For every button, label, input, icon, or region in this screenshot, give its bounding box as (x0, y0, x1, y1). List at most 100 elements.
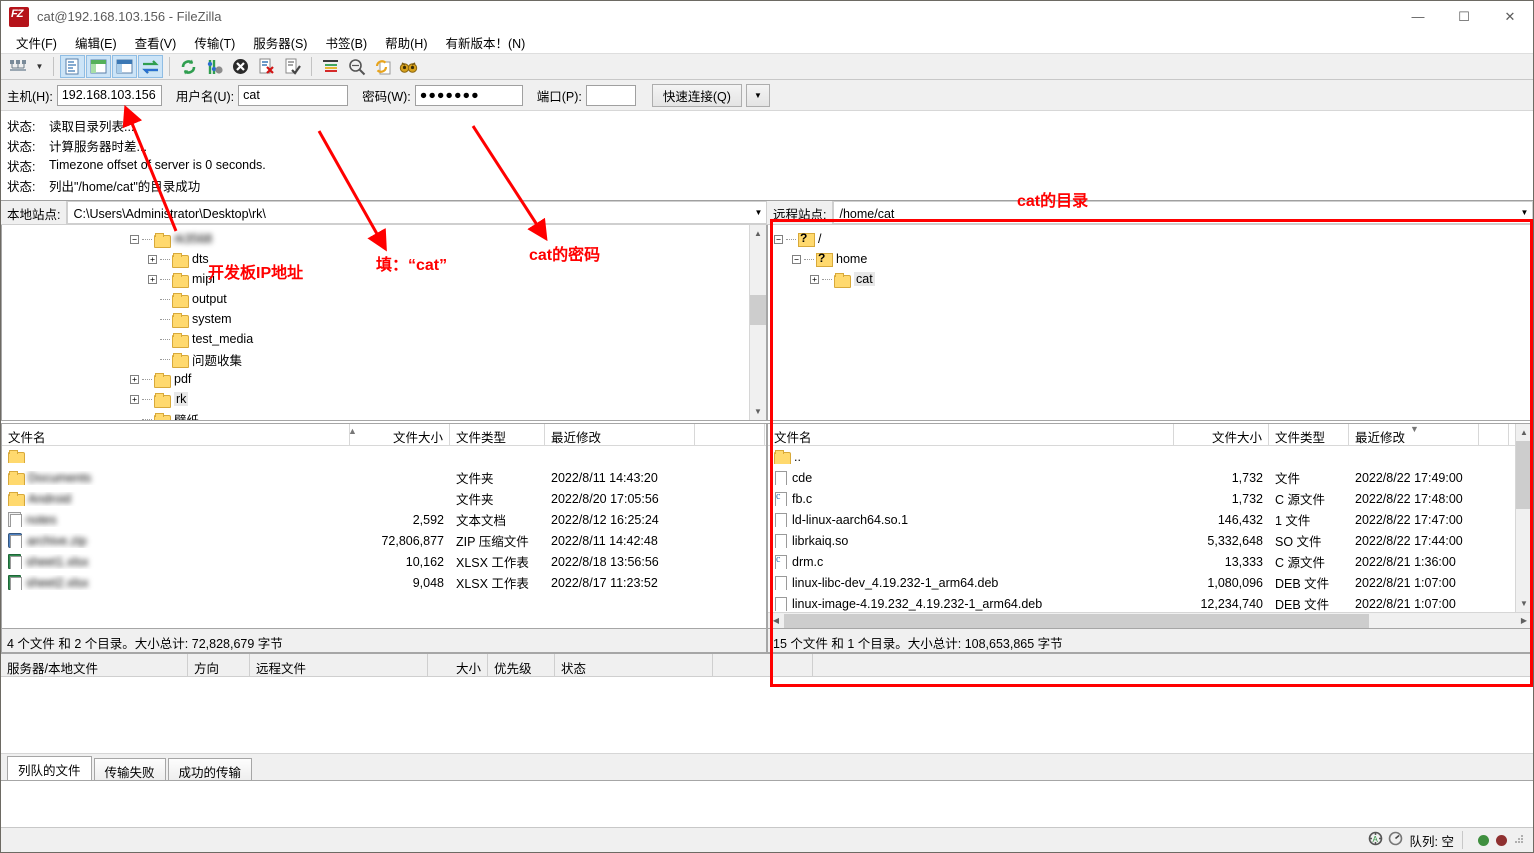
menu-server[interactable]: 服务器(S) (244, 31, 316, 54)
port-input[interactable] (585, 84, 636, 106)
queue-column-direction[interactable]: 方向 (188, 654, 250, 676)
file-row[interactable] (2, 446, 766, 467)
remote-site-path[interactable]: /home/cat (833, 201, 1517, 224)
collapse-icon[interactable]: − (774, 234, 783, 244)
tree-node[interactable]: − home (768, 249, 1532, 269)
password-input[interactable] (414, 84, 523, 106)
file-row[interactable]: Documents 文件夹 2022/8/11 14:43:20 (2, 467, 766, 488)
file-row[interactable]: Android 文件夹 2022/8/20 17:05:56 (2, 488, 766, 509)
column-header-filesize[interactable]: 文件大小 (1174, 424, 1269, 445)
cancel-icon[interactable] (228, 55, 253, 78)
filter-icon[interactable] (318, 55, 343, 78)
synchronized-browsing-icon[interactable] (370, 55, 395, 78)
directory-compare-icon[interactable] (344, 55, 369, 78)
file-row[interactable]: sheet1.xlsx 10,162 XLSX 工作表 2022/8/18 13:56… (2, 551, 766, 572)
transfer-speed-icon[interactable] (1388, 831, 1403, 849)
local-file-list[interactable]: 文件名 文件大小 文件类型 最近修改 ▲ Documents 文件夹 2022/8/… (1, 423, 767, 653)
remote-directory-tree[interactable]: −/−home+cat (767, 225, 1533, 421)
file-row[interactable]: linux-image-4.19.232_4.19.232-1_arm64.de… (768, 593, 1532, 614)
file-row[interactable]: notes 2,592 文本文档 2022/8/12 16:25:24 (2, 509, 766, 530)
queue-column-status[interactable]: 状态 (555, 654, 713, 676)
menu-help[interactable]: 帮助(H) (376, 31, 436, 54)
queue-column-remote-file[interactable]: 远程文件 (250, 654, 428, 676)
column-header-filename[interactable]: 文件名 (2, 424, 350, 445)
speed-limit-icon[interactable]: A (1368, 831, 1383, 849)
expand-icon[interactable]: + (148, 254, 157, 264)
expand-icon[interactable]: + (810, 274, 819, 284)
transfer-queue-body[interactable] (1, 677, 1533, 753)
disconnect-icon[interactable] (254, 55, 279, 78)
scroll-right-icon[interactable]: ▶ (1516, 616, 1532, 625)
file-row[interactable]: .. (768, 446, 1532, 467)
menu-bookmarks[interactable]: 书签(B) (316, 31, 376, 54)
file-row[interactable]: linux-libc-dev_4.19.232-1_arm64.deb 1,080… (768, 572, 1532, 593)
username-input[interactable] (238, 84, 349, 106)
site-manager-icon[interactable] (6, 55, 31, 78)
remote-site-dropdown-caret-icon[interactable]: ▼ (1517, 201, 1533, 224)
search-icon[interactable] (396, 55, 421, 78)
file-row[interactable]: sheet2.xlsx 9,048 XLSX 工作表 2022/8/17 11:23:… (2, 572, 766, 593)
host-input[interactable] (56, 84, 162, 106)
menu-view[interactable]: 查看(V) (126, 31, 186, 54)
tree-node[interactable]: 壁纸 (2, 409, 766, 420)
file-row[interactable]: librkaiq.so 5,332,648 SO 文件 2022/8/22 17:44… (768, 530, 1532, 551)
tab-successful-transfers[interactable]: 成功的传输 (167, 758, 253, 780)
quick-connect-dropdown-caret-icon[interactable]: ▼ (745, 83, 770, 107)
tree-node[interactable]: output (2, 289, 766, 309)
tab-queued-files[interactable]: 列队的文件 (7, 756, 92, 780)
scroll-down-icon[interactable]: ▼ (750, 403, 766, 420)
tree-node[interactable]: + pdf (2, 369, 766, 389)
column-header-filetype[interactable]: 文件类型 (1269, 424, 1349, 445)
tree-node[interactable]: system (2, 309, 766, 329)
local-tree-scrollbar[interactable]: ▲ ▼ (749, 225, 766, 420)
menu-new-version[interactable]: 有新版本！(N) (436, 31, 534, 54)
local-site-dropdown-caret-icon[interactable]: ▼ (751, 201, 767, 224)
scroll-down-icon[interactable]: ▼ (1516, 595, 1532, 612)
column-header-filesize[interactable]: 文件大小 (350, 424, 450, 445)
remote-file-list[interactable]: 文件名 文件大小 文件类型 最近修改 ▼ .. cde 1,732 文件 2022/8/… (767, 423, 1533, 653)
file-row[interactable]: archive.zip 72,806,877 ZIP 压缩文件 2022/8/11 1… (2, 530, 766, 551)
toggle-message-log-icon[interactable] (60, 55, 85, 78)
tree-node[interactable]: −/ (768, 229, 1532, 249)
toggle-local-tree-icon[interactable] (86, 55, 111, 78)
tree-node[interactable]: + cat (768, 269, 1532, 289)
file-row[interactable]: drm.c 13,333 C 源文件 2022/8/21 1:36:00 (768, 551, 1532, 572)
scroll-up-icon[interactable]: ▲ (750, 225, 766, 242)
scroll-left-icon[interactable]: ◀ (768, 616, 784, 625)
menu-transfer[interactable]: 传输(T) (185, 31, 244, 54)
column-header-filename[interactable]: 文件名 (768, 424, 1174, 445)
remote-file-list-scrollbar[interactable]: ▲ ▼ (1515, 424, 1532, 612)
tree-node[interactable]: test_media (2, 329, 766, 349)
close-icon[interactable]: ✕ (1487, 1, 1533, 32)
expand-icon[interactable]: + (130, 394, 139, 404)
column-header-filetype[interactable]: 文件类型 (450, 424, 545, 445)
minimize-icon[interactable]: — (1395, 1, 1441, 32)
column-header-lastmodified[interactable]: 最近修改 (545, 424, 695, 445)
remote-file-list-hscrollbar[interactable]: ◀ ▶ (768, 612, 1532, 628)
tree-node[interactable]: − rk3568 (2, 229, 766, 249)
expand-icon[interactable]: + (130, 374, 139, 384)
expand-icon[interactable]: + (148, 274, 157, 284)
quick-connect-button[interactable]: 快速连接(Q) (651, 83, 742, 107)
local-site-path[interactable]: C:\Users\Administrator\Desktop\rk\ (67, 201, 751, 224)
site-manager-dropdown-caret-icon[interactable]: ▼ (32, 55, 47, 78)
file-row[interactable]: fb.c 1,732 C 源文件 2022/8/22 17:48:00 (768, 488, 1532, 509)
resize-grip[interactable] (1513, 833, 1527, 847)
tree-node[interactable]: + rk (2, 389, 766, 409)
tab-failed-transfers[interactable]: 传输失败 (93, 758, 166, 780)
toggle-remote-tree-icon[interactable] (112, 55, 137, 78)
queue-column-server-local-file[interactable]: 服务器/本地文件 (1, 654, 188, 676)
file-row[interactable]: ld-linux-aarch64.so.1 146,432 1 文件 2022/8/2… (768, 509, 1532, 530)
file-row[interactable]: cde 1,732 文件 2022/8/22 17:49:00 (768, 467, 1532, 488)
queue-column-priority[interactable]: 优先级 (488, 654, 555, 676)
scroll-up-icon[interactable]: ▲ (1516, 424, 1532, 441)
menu-edit[interactable]: 编辑(E) (66, 31, 126, 54)
maximize-icon[interactable]: ☐ (1441, 1, 1487, 32)
refresh-icon[interactable] (176, 55, 201, 78)
collapse-icon[interactable]: − (792, 254, 801, 264)
tree-node[interactable]: 问题收集 (2, 349, 766, 369)
queue-column-size[interactable]: 大小 (428, 654, 488, 676)
process-queue-icon[interactable] (202, 55, 227, 78)
reconnect-icon[interactable] (280, 55, 305, 78)
menu-file[interactable]: 文件(F) (7, 31, 66, 54)
